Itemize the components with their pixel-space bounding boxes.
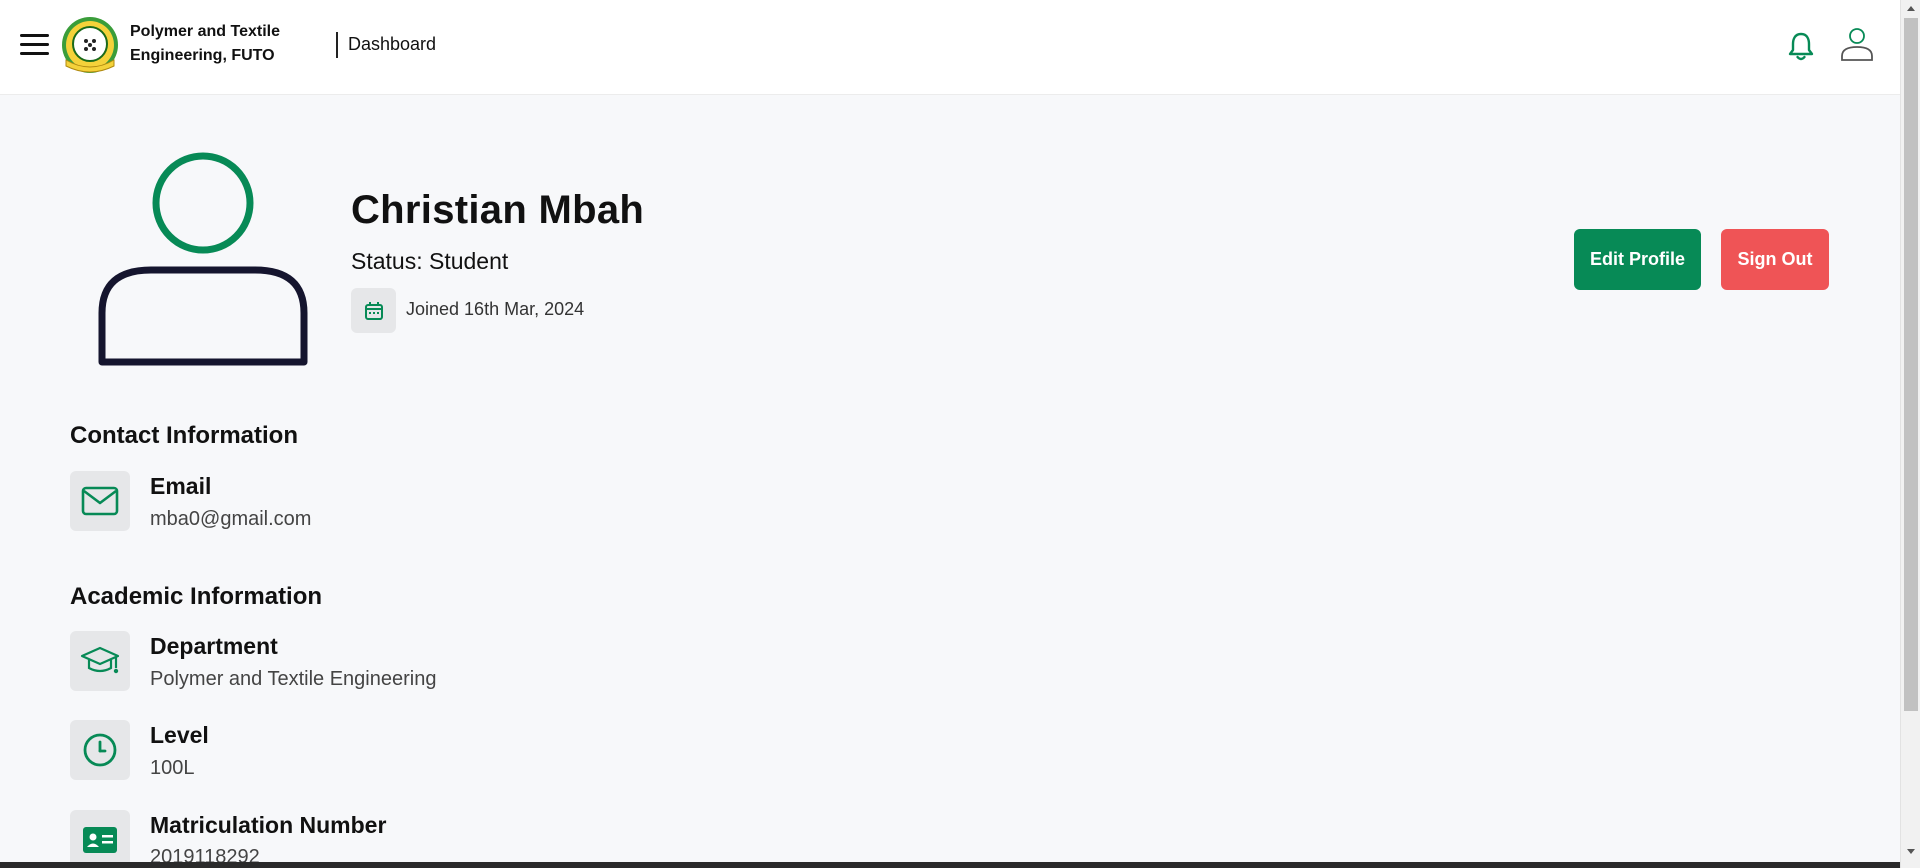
contact-section-title: Contact Information	[70, 422, 298, 449]
level-value: 100L	[150, 757, 195, 779]
scrollbar-thumb[interactable]	[1904, 18, 1918, 711]
brand-name: Polymer and Textile Engineering, FUTO	[130, 20, 310, 68]
profile-status: Status: Student	[351, 248, 509, 274]
vertical-scrollbar[interactable]	[1900, 0, 1920, 868]
sign-out-button[interactable]: Sign Out	[1721, 229, 1829, 290]
clock-icon	[70, 720, 130, 780]
mail-icon	[70, 471, 130, 531]
matric-label: Matriculation Number	[150, 812, 387, 838]
profile-avatar	[98, 152, 308, 366]
graduation-cap-icon	[70, 631, 130, 691]
bell-icon[interactable]	[1786, 30, 1816, 62]
user-icon[interactable]	[1838, 26, 1876, 64]
email-value: mba0@gmail.com	[150, 508, 312, 530]
profile-page: Polymer and Textile Engineering, FUTO Da…	[0, 0, 1920, 868]
department-logo	[62, 17, 118, 73]
academic-section-title: Academic Information	[70, 583, 323, 610]
brand-line-1: Polymer and Textile	[130, 23, 280, 40]
calendar-icon	[351, 288, 396, 333]
header-divider	[336, 32, 338, 58]
edit-profile-button[interactable]: Edit Profile	[1574, 229, 1701, 290]
top-header: Polymer and Textile Engineering, FUTO Da…	[0, 0, 1900, 95]
department-value: Polymer and Textile Engineering	[150, 668, 437, 690]
breadcrumb: Dashboard	[348, 34, 437, 54]
scroll-down-arrow-icon[interactable]	[1901, 842, 1920, 860]
brand-line-2: Engineering, FUTO	[130, 47, 275, 64]
email-label: Email	[150, 473, 212, 499]
joined-date: Joined 16th Mar, 2024	[406, 299, 585, 319]
window-bottom-edge	[0, 862, 1900, 868]
menu-icon[interactable]	[20, 34, 49, 56]
level-label: Level	[150, 722, 209, 748]
profile-name: Christian Mbah	[351, 188, 645, 232]
department-label: Department	[150, 633, 278, 659]
scroll-up-arrow-icon[interactable]	[1901, 0, 1920, 18]
id-card-icon	[70, 810, 130, 868]
